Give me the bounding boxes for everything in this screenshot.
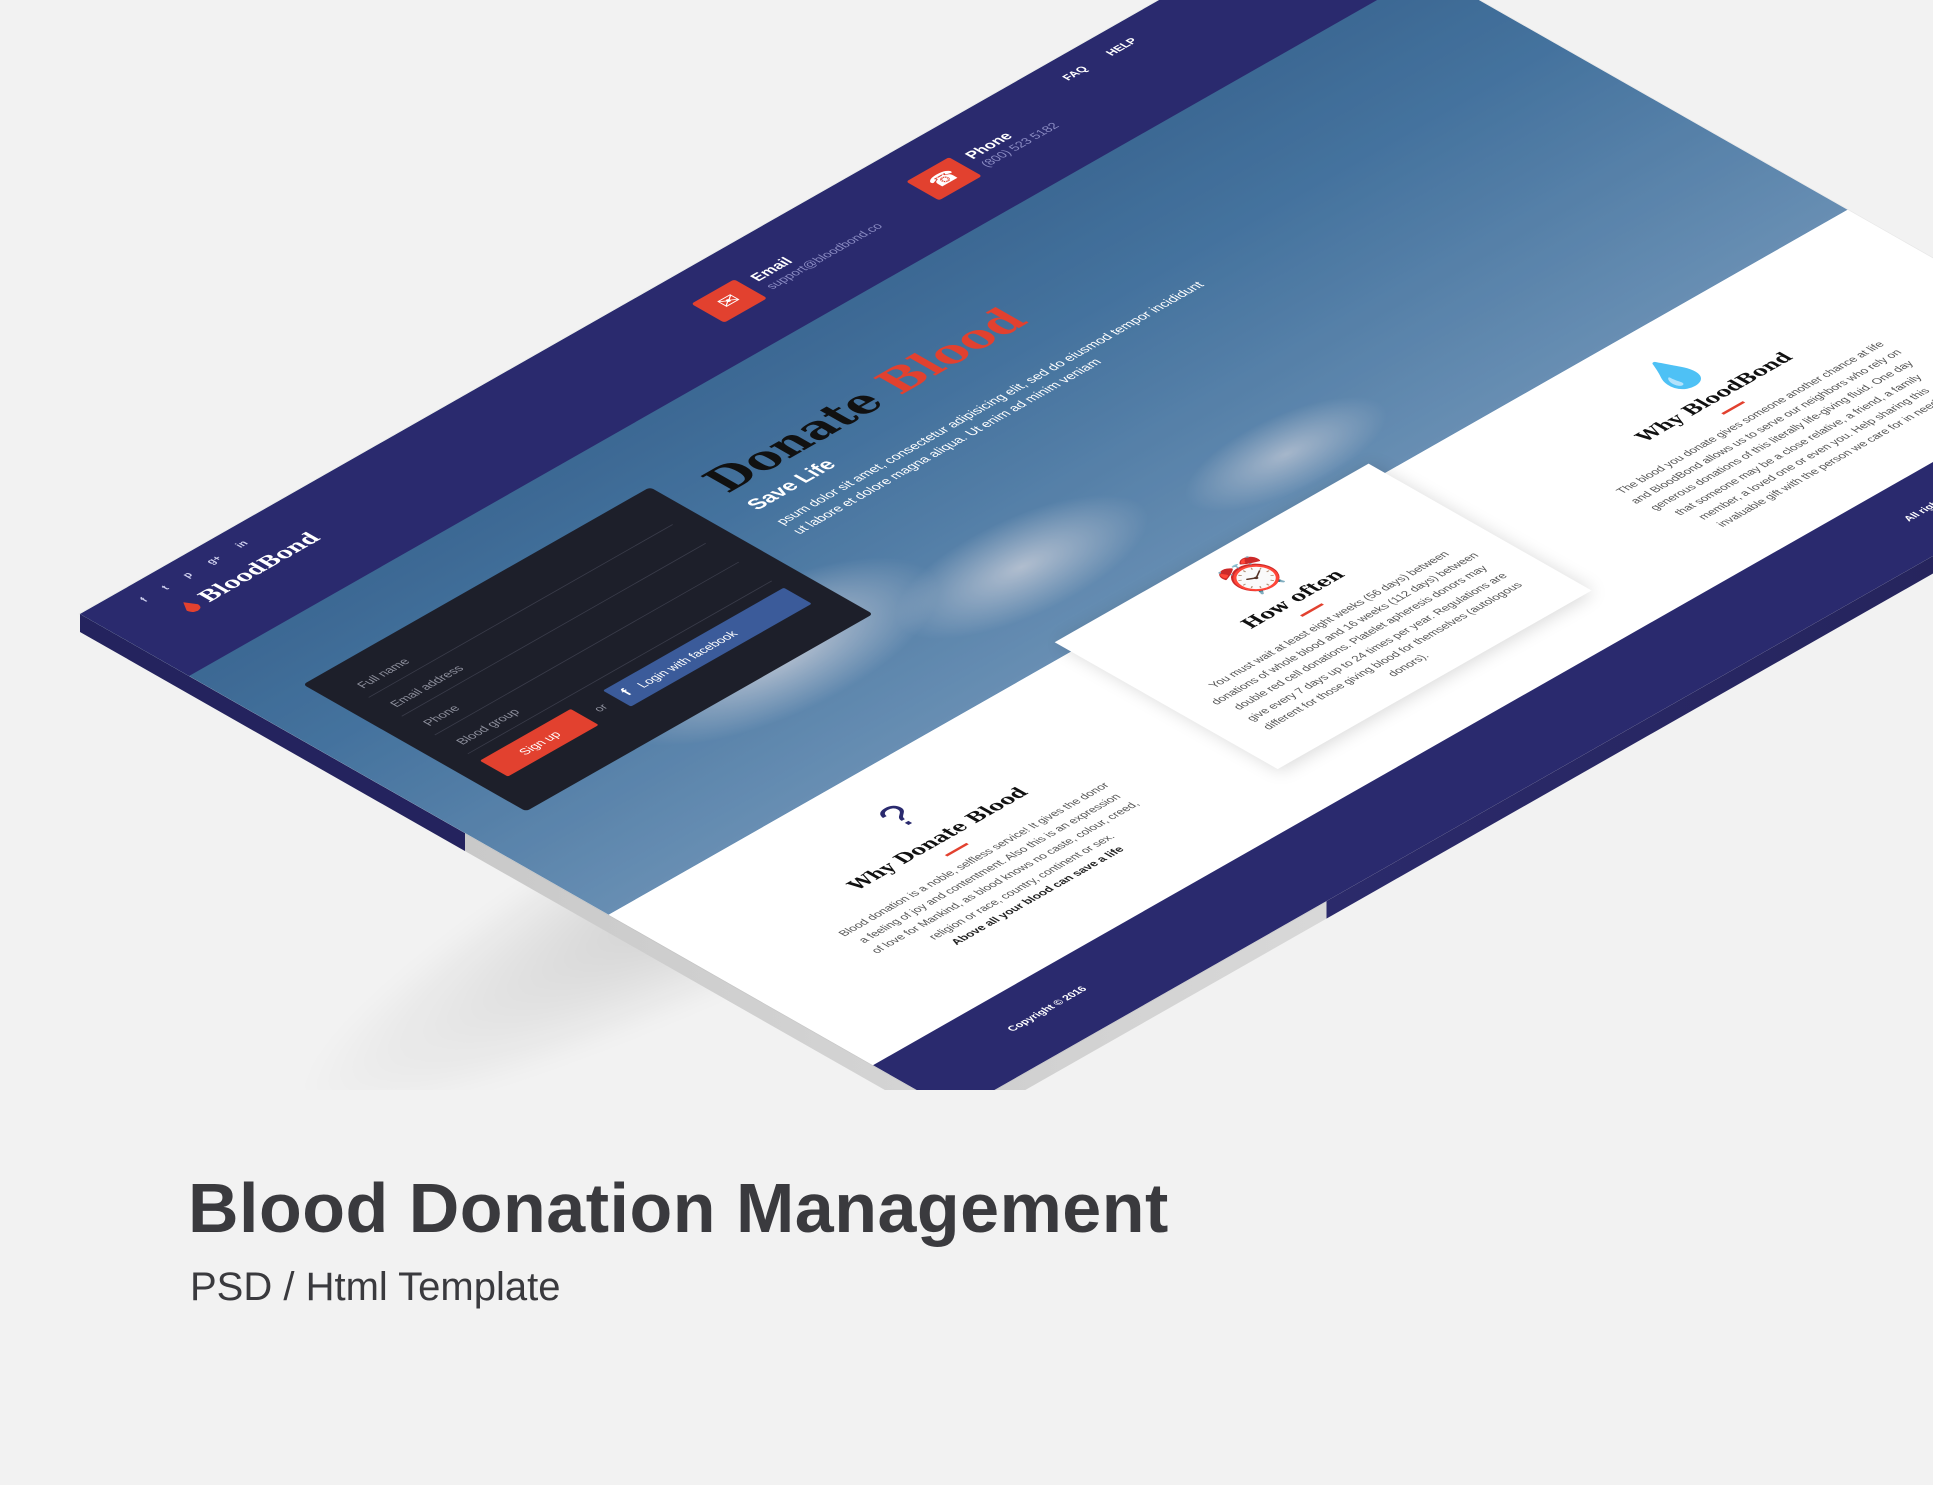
phone-icon: ☎ [906,157,982,201]
linkedin-icon[interactable]: in [233,539,251,549]
google-plus-icon[interactable]: g+ [204,554,225,566]
envelope-icon: ✉ [691,279,768,323]
facebook-icon[interactable]: f [138,596,151,603]
footer-copyright: Copyright © 2016 [1005,984,1090,1034]
pinterest-icon[interactable]: p [180,571,195,580]
caption-subtitle: PSD / Html Template [190,1265,561,1309]
mockup-stage: f t p g+ in BloodBond ✉ Email support@bl… [0,0,1933,1090]
contact-phone[interactable]: ☎ Phone (800) 523 5182 [906,110,1065,201]
or-separator: or [590,702,611,714]
website-mockup: f t p g+ in BloodBond ✉ Email support@bl… [80,0,1933,1090]
blood-drop-icon [177,599,203,614]
facebook-icon: f [617,687,636,698]
twitter-icon[interactable]: t [159,584,172,591]
contact-email-label: Email [746,255,797,284]
top-nav: FAQ HELP [1059,36,1141,82]
nav-faq[interactable]: FAQ [1059,64,1091,82]
nav-help[interactable]: HELP [1103,36,1141,58]
caption-title: Blood Donation Management [188,1169,1169,1247]
brand-name: BloodBond [192,529,327,606]
